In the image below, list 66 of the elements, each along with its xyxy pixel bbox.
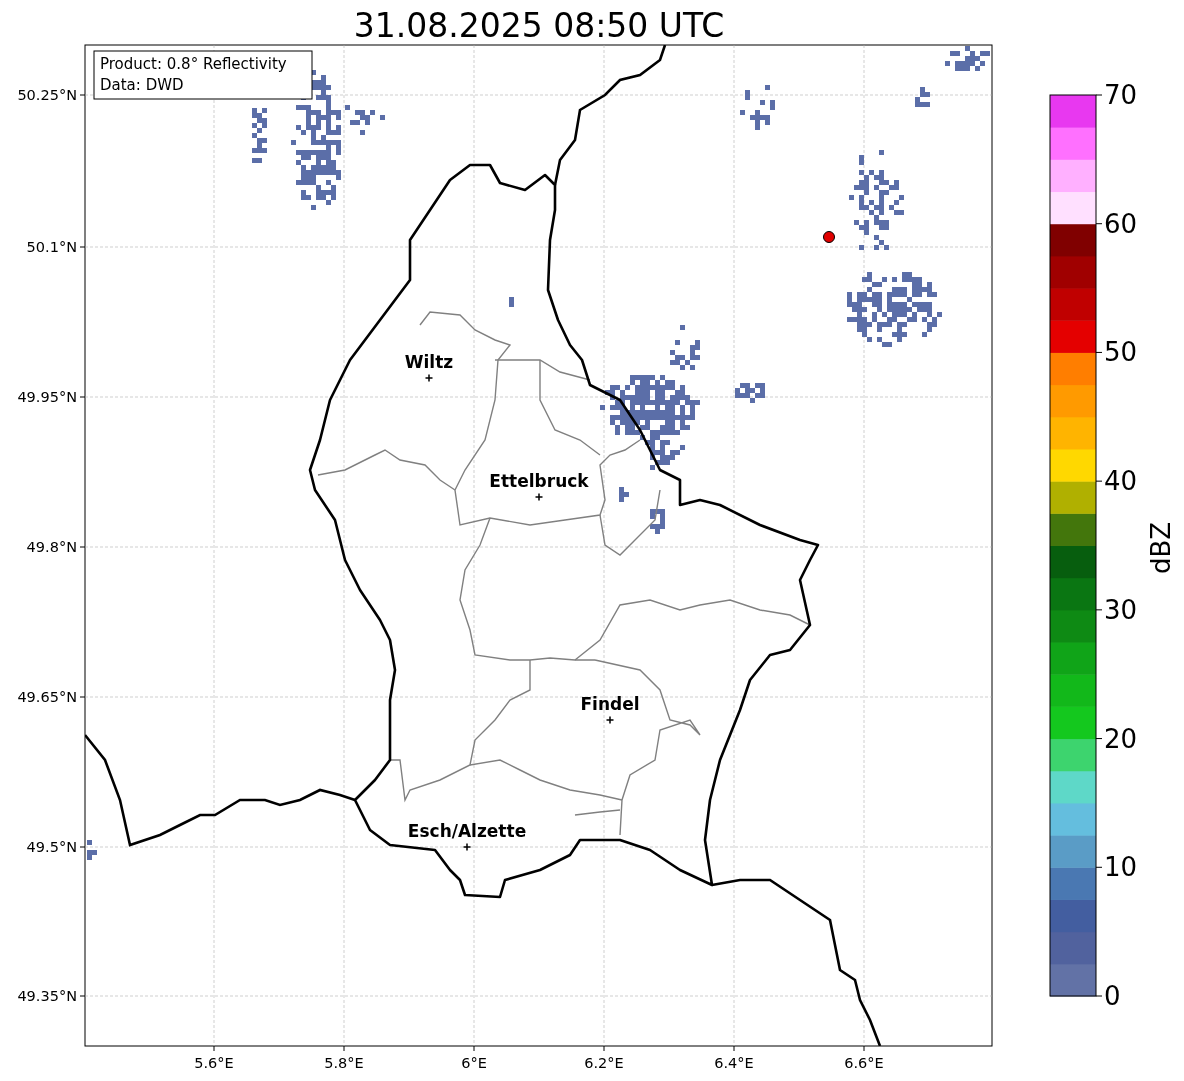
city-label: Esch/Alzette xyxy=(407,821,527,841)
axis-tick xyxy=(1095,866,1103,868)
axis-tick xyxy=(1095,94,1103,96)
axis-tick xyxy=(733,1045,735,1052)
chart-title: 31.08.2025 08:50 UTC xyxy=(353,6,725,45)
axis-tick xyxy=(1095,995,1103,997)
info-text: Product: 0.8° Reflectivity xyxy=(100,55,287,73)
precipitation-echo xyxy=(670,325,700,370)
axis-tick xyxy=(213,1045,215,1052)
city-label: Ettelbruck xyxy=(489,471,589,491)
precipitation-echo xyxy=(915,87,930,107)
city-marker-icon xyxy=(462,842,472,852)
axis-tick-label: 5.6°E xyxy=(194,1055,234,1071)
axis-tick-label: 50.1°N xyxy=(26,239,77,255)
city-label: Wiltz xyxy=(404,352,454,372)
colorbar-label: dBZ xyxy=(1146,521,1176,575)
axis-tick-label: 49.8°N xyxy=(26,539,77,555)
colorbar-tick-label: 60 xyxy=(1104,208,1138,239)
axis-tick xyxy=(1095,609,1103,611)
precipitation-echo xyxy=(87,840,97,860)
city-marker-icon xyxy=(424,373,434,383)
axis-tick xyxy=(603,1045,605,1052)
info-text: Data: DWD xyxy=(100,76,184,94)
axis-tick-label: 49.5°N xyxy=(26,839,77,855)
precipitation-echo xyxy=(740,85,775,130)
axis-tick-label: 50.25°N xyxy=(17,87,77,103)
axis-tick xyxy=(343,1045,345,1052)
precipitation-echo xyxy=(619,487,629,502)
precipitation-echo xyxy=(509,297,514,307)
colorbar-tick-label: 50 xyxy=(1104,337,1138,368)
axis-tick-label: 6.2°E xyxy=(584,1055,624,1071)
precipitation-echo xyxy=(345,105,385,135)
axis-tick-label: 6°E xyxy=(461,1055,487,1071)
precipitation-echo xyxy=(650,509,665,534)
city-label: Findel xyxy=(580,694,640,714)
axis-tick xyxy=(1095,738,1103,740)
axis-tick-label: 6.6°E xyxy=(844,1055,884,1071)
axis-tick xyxy=(79,94,86,96)
city-marker-icon xyxy=(605,715,615,725)
axis-tick-label: 5.8°E xyxy=(324,1055,364,1071)
axis-tick xyxy=(863,1045,865,1052)
axis-tick xyxy=(1095,480,1103,482)
precipitation-echo xyxy=(735,383,765,403)
colorbar-tick-label: 0 xyxy=(1104,981,1121,1011)
axis-tick xyxy=(79,546,86,548)
axis-tick xyxy=(79,995,86,997)
axis-tick xyxy=(1095,351,1103,353)
axis-tick xyxy=(79,696,86,698)
axis-tick xyxy=(79,846,86,848)
radar-site-marker xyxy=(823,231,835,243)
axis-tick-label: 49.65°N xyxy=(17,689,77,705)
precipitation-echo xyxy=(945,46,990,71)
colorbar-tick-label: 40 xyxy=(1104,466,1138,497)
axis-tick-label: 49.95°N xyxy=(17,389,77,405)
axis-tick xyxy=(473,1045,475,1052)
colorbar-tick-label: 20 xyxy=(1104,723,1138,754)
colorbar-tick-label: 30 xyxy=(1104,594,1138,625)
colorbar-tick-label: 10 xyxy=(1104,852,1138,883)
city-marker-icon xyxy=(534,492,544,502)
precipitation-echo xyxy=(252,108,267,163)
axis-tick-label: 6.4°E xyxy=(714,1055,754,1071)
axis-tick xyxy=(79,246,86,248)
axis-tick xyxy=(79,396,86,398)
colorbar-tick-label: 70 xyxy=(1104,80,1138,110)
axis-tick xyxy=(1095,223,1103,225)
axis-tick-label: 49.35°N xyxy=(17,988,77,1004)
